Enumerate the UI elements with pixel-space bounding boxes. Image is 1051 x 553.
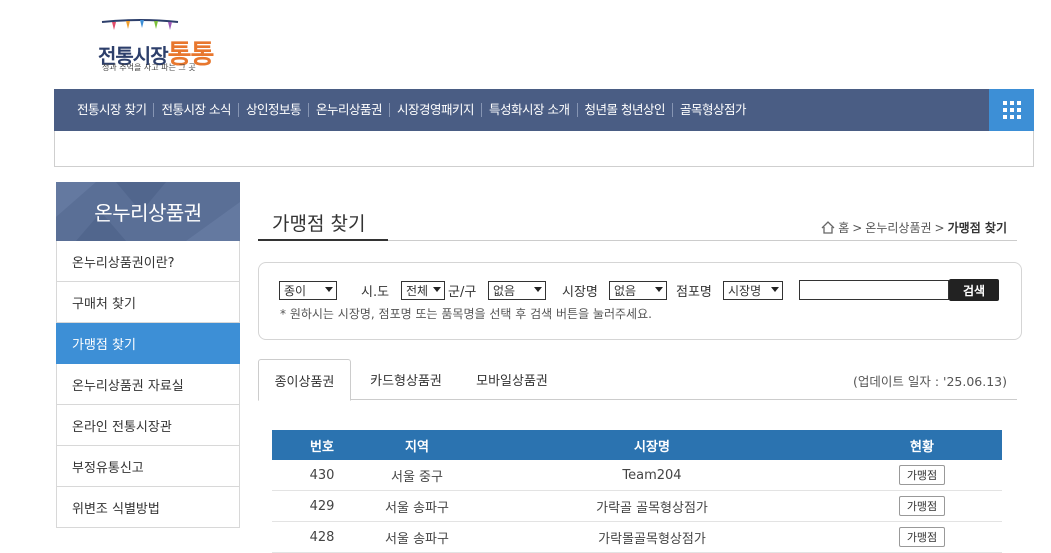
store-list-button[interactable]: 가맹점 — [898, 527, 946, 547]
market-select[interactable]: 없음 — [609, 281, 667, 300]
search-button[interactable]: 검색 — [949, 279, 999, 301]
update-date: (업데이트 일자 : '25.06.13) — [853, 374, 1007, 389]
col-status: 현황 — [842, 430, 1002, 460]
cell-market: Team204 — [462, 460, 842, 491]
sub-menu-bar — [54, 131, 1034, 167]
chevron-down-icon — [325, 287, 333, 292]
gnb-item-youth-mall[interactable]: 청년몰 청년상인 — [576, 103, 672, 117]
sido-label: 시.도 — [361, 285, 390, 300]
cell-region: 서울 송파구 — [372, 490, 462, 522]
gungu-select[interactable]: 없음 — [488, 281, 546, 300]
side-nav-item-counterfeit[interactable]: 위변조 식별방법 — [56, 487, 240, 528]
cell-market: 가락골 골목형상점가 — [462, 490, 842, 522]
side-nav-title: 온누리상품권 — [56, 182, 240, 241]
logo-tagline: 정과 추억을 사고 파는 그 곳 — [102, 63, 196, 72]
cell-region: 서울 중구 — [372, 460, 462, 491]
breadcrumb-section[interactable]: 온누리상품권 — [865, 219, 931, 236]
store-type-select[interactable]: 시장명 — [723, 281, 783, 300]
side-nav: 온누리상품권 온누리상품권이란? 구매처 찾기 가맹점 찾기 온누리상품권 자료… — [56, 182, 240, 528]
gnb-item-special-market[interactable]: 특성화시장 소개 — [481, 103, 576, 117]
chevron-down-icon — [771, 287, 779, 292]
grid-icon — [1002, 101, 1021, 119]
keyword-input[interactable] — [799, 280, 949, 300]
voucher-tabs: 종이상품권 카드형상품권 모바일상품권 (업데이트 일자 : '25.06.13… — [258, 359, 1017, 401]
gnb-menu: 전통시장 찾기 전통시장 소식 상인정보통 온누리상품권 시장경영패키지 특성화… — [70, 89, 753, 131]
gnb-item-alley[interactable]: 골목형상점가 — [671, 103, 753, 117]
col-number: 번호 — [272, 430, 372, 460]
cell-status: 가맹점 — [842, 521, 1002, 553]
bunting-icon — [101, 19, 179, 30]
side-nav-item-report[interactable]: 부정유통신고 — [56, 446, 240, 487]
side-nav-item-purchase[interactable]: 구매처 찾기 — [56, 282, 240, 323]
side-nav-item-online-market[interactable]: 온라인 전통시장관 — [56, 405, 240, 446]
gnb-item-market-news[interactable]: 전통시장 소식 — [153, 103, 237, 117]
market-label: 시장명 — [562, 285, 598, 300]
store-label: 점포명 — [676, 285, 712, 300]
table-row: 428 서울 송파구 가락몰골목형상점가 가맹점 — [272, 521, 1002, 553]
search-note: * 원하시는 시장명, 점포명 또는 품목명을 선택 후 검색 버튼을 눌러주세… — [280, 307, 652, 321]
gnb-item-onnuri[interactable]: 온누리상품권 — [307, 103, 389, 117]
col-region: 지역 — [372, 430, 462, 460]
side-nav-item-store-search[interactable]: 가맹점 찾기 — [56, 323, 240, 364]
search-panel: 종이 시.도 전체 군/구 없음 시장명 없음 점포명 시장명 검색 * 원하시… — [258, 262, 1022, 340]
store-list-button[interactable]: 가맹점 — [898, 465, 946, 485]
cell-status: 가맹점 — [842, 490, 1002, 522]
page-title: 가맹점 찾기 — [258, 203, 388, 241]
site-logo[interactable]: 전통시장통통 정과 추억을 사고 파는 그 곳 — [96, 16, 226, 76]
cell-region: 서울 송파구 — [372, 521, 462, 553]
global-nav: 전통시장 찾기 전통시장 소식 상인정보통 온누리상품권 시장경영패키지 특성화… — [54, 89, 1034, 131]
breadcrumb-separator: > — [852, 220, 863, 235]
breadcrumb-home[interactable]: 홈 — [838, 219, 849, 236]
tab-mobile-voucher[interactable]: 모바일상품권 — [464, 359, 560, 399]
cell-status: 가맹점 — [842, 460, 1002, 491]
home-icon[interactable] — [821, 221, 835, 234]
chevron-down-icon — [534, 287, 542, 292]
type-select[interactable]: 종이 — [279, 281, 337, 300]
col-market: 시장명 — [462, 430, 842, 460]
gnb-item-package[interactable]: 시장경영패키지 — [389, 103, 481, 117]
store-list-button[interactable]: 가맹점 — [898, 496, 946, 516]
gungu-label: 군/구 — [448, 285, 477, 300]
breadcrumb-current: 가맹점 찾기 — [947, 221, 1007, 235]
cell-number: 428 — [272, 521, 372, 553]
breadcrumb-separator: > — [934, 220, 945, 235]
title-divider — [388, 240, 1017, 241]
breadcrumb: 홈 > 온누리상품권 > 가맹점 찾기 — [821, 219, 1007, 236]
gnb-item-merchant-info[interactable]: 상인정보통 — [237, 103, 308, 117]
chevron-down-icon — [433, 287, 441, 292]
cell-market: 가락몰골목형상점가 — [462, 521, 842, 553]
table-row: 430 서울 중구 Team204 가맹점 — [272, 460, 1002, 491]
cell-number: 430 — [272, 460, 372, 491]
table-row: 429 서울 송파구 가락골 골목형상점가 가맹점 — [272, 490, 1002, 522]
cell-number: 429 — [272, 490, 372, 522]
table-header-row: 번호 지역 시장명 현황 — [272, 430, 1002, 460]
side-nav-item-about[interactable]: 온누리상품권이란? — [56, 241, 240, 282]
all-menu-button[interactable] — [989, 89, 1034, 131]
tab-card-voucher[interactable]: 카드형상품권 — [356, 359, 456, 399]
gnb-item-market-search[interactable]: 전통시장 찾기 — [70, 103, 153, 117]
side-nav-item-archive[interactable]: 온누리상품권 자료실 — [56, 364, 240, 405]
chevron-down-icon — [655, 287, 663, 292]
sido-select[interactable]: 전체 — [401, 281, 445, 300]
tab-paper-voucher[interactable]: 종이상품권 — [258, 359, 351, 401]
